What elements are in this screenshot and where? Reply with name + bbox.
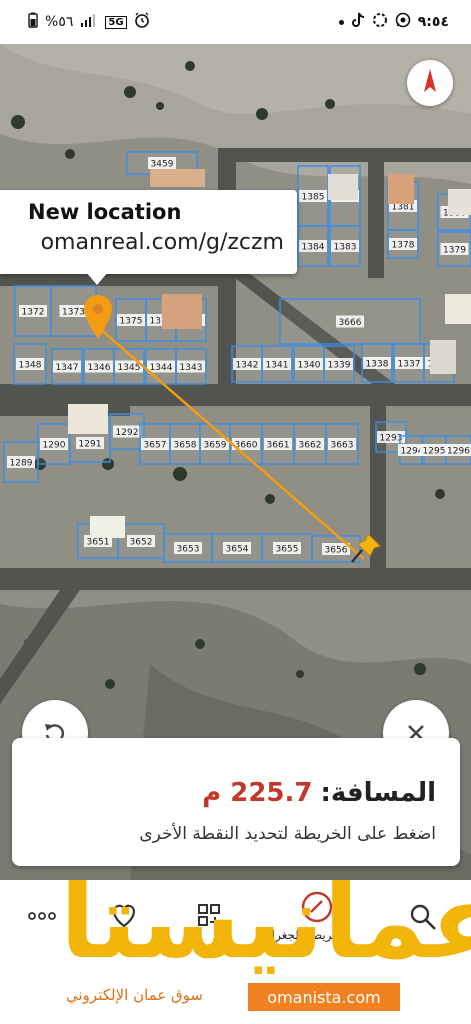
battery-icon bbox=[28, 12, 38, 32]
distance-hint: اضغط على الخريطة لتحديد النقطة الأخرى bbox=[139, 824, 436, 844]
parcel-number: 3655 bbox=[276, 545, 299, 555]
parcel-number: 1292 bbox=[116, 428, 139, 438]
network-type: 5G bbox=[105, 15, 127, 29]
parcel-number: 3658 bbox=[174, 441, 197, 451]
bottom-toolbar: الخريطة الجغرافية عمانيستا سوق عمان الإل… bbox=[0, 880, 471, 1024]
parcel-number: 1340 bbox=[298, 361, 321, 371]
parcel-number: 1296 bbox=[447, 447, 470, 457]
parcel-number: 3656 bbox=[325, 546, 348, 556]
more-button[interactable] bbox=[28, 912, 56, 920]
signal-icon bbox=[80, 13, 98, 31]
parcel-number: 1348 bbox=[19, 361, 42, 371]
parcel-number: 1338 bbox=[366, 360, 389, 370]
alarm-icon bbox=[134, 12, 150, 32]
compass-button[interactable] bbox=[407, 60, 453, 106]
parcel-number: 1346 bbox=[88, 363, 111, 373]
parcel-number: 1339 bbox=[328, 361, 351, 371]
status-bar: %٥٦ 5G ٩:٥٤ bbox=[0, 0, 471, 44]
tooltip-title: New location bbox=[28, 200, 182, 224]
parcel-number: 3659 bbox=[204, 441, 227, 451]
parcel-number: 1290 bbox=[43, 441, 66, 451]
battery-level: %٥٦ bbox=[45, 14, 74, 30]
parcel-number: 3663 bbox=[331, 441, 354, 451]
parcel-number: 1375 bbox=[120, 317, 143, 327]
dot-icon bbox=[338, 19, 344, 25]
distance-label: المسافة: bbox=[320, 778, 436, 808]
parcel-number: 3459 bbox=[151, 160, 174, 170]
parcel-number: 1295 bbox=[423, 447, 446, 457]
parcel-number: 3654 bbox=[226, 545, 249, 555]
parcel-number: 1385 bbox=[302, 193, 325, 203]
watermark-subtitle: سوق عمان الإلكتروني bbox=[66, 986, 203, 1004]
tooltip-url[interactable]: omanreal.com/g/zczm bbox=[41, 230, 284, 255]
compass-icon bbox=[424, 69, 436, 92]
parcel-number: 3662 bbox=[299, 441, 322, 451]
parcel-number: 3653 bbox=[177, 545, 200, 555]
tiktok-icon bbox=[351, 12, 365, 32]
parcel-number: 1337 bbox=[398, 360, 421, 370]
pushpin-icon[interactable] bbox=[350, 532, 382, 570]
gallery-icon bbox=[372, 12, 388, 32]
tooltip-arrow bbox=[86, 272, 108, 285]
parcel-number: 1372 bbox=[22, 308, 45, 318]
parcel-number: 1341 bbox=[266, 361, 289, 371]
distance-card: المسافة:225.7 م اضغط على الخريطة لتحديد … bbox=[12, 738, 460, 866]
parcel-number: 1383 bbox=[334, 243, 357, 253]
parcel-number: 1378 bbox=[392, 241, 415, 251]
status-right: ٩:٥٤ bbox=[338, 12, 449, 32]
location-tooltip[interactable]: New location omanreal.com/g/zczm bbox=[0, 190, 297, 274]
whatsapp-icon bbox=[395, 12, 411, 32]
parcel-number: 3652 bbox=[130, 538, 153, 548]
parcel-number: 1344 bbox=[150, 363, 173, 373]
parcel-number: 3661 bbox=[267, 441, 290, 451]
parcel-number: 1379 bbox=[443, 246, 466, 256]
parcel-number: 1384 bbox=[302, 243, 325, 253]
parcel-number: 1291 bbox=[79, 440, 102, 450]
location-pin-icon[interactable] bbox=[82, 294, 114, 344]
parcel-number: 1289 bbox=[10, 459, 33, 469]
parcel-number: 1347 bbox=[56, 363, 79, 373]
watermark-site: omanista.com bbox=[248, 983, 400, 1011]
parcel-number: 1342 bbox=[236, 361, 259, 371]
status-left: %٥٦ 5G bbox=[28, 12, 150, 32]
distance-value: 225.7 م bbox=[202, 778, 313, 808]
parcel-number: 1345 bbox=[118, 363, 141, 373]
distance-row: المسافة:225.7 م bbox=[202, 778, 436, 808]
parcel-number: 3666 bbox=[339, 318, 362, 328]
watermark-logo: عمانيستا bbox=[60, 880, 471, 982]
clock-time: ٩:٥٤ bbox=[417, 14, 449, 30]
more-dots-icon bbox=[28, 912, 56, 920]
parcel-number: 1293 bbox=[380, 434, 403, 444]
parcel-number: 3651 bbox=[87, 538, 110, 548]
parcel-number: 1343 bbox=[180, 363, 203, 373]
parcel-number: 3657 bbox=[144, 441, 167, 451]
